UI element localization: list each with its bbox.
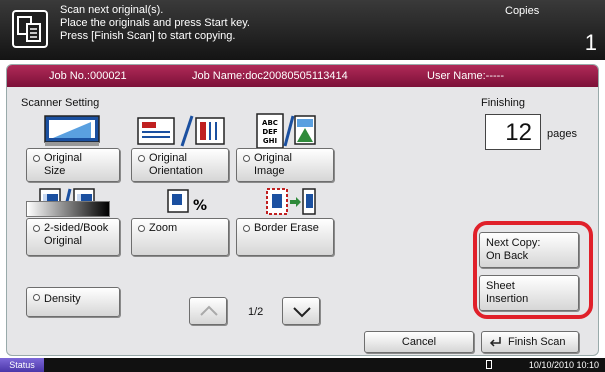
radio-indicator bbox=[33, 225, 40, 232]
scanner-setting-title: Scanner Setting bbox=[21, 97, 100, 109]
status-message: Scan next original(s). Place the origina… bbox=[60, 4, 250, 43]
top-status-bar: Scan next original(s). Place the origina… bbox=[0, 0, 605, 60]
zoom-button[interactable]: Zoom bbox=[131, 218, 229, 256]
job-number: Job No.:000021 bbox=[49, 70, 127, 82]
datetime: 10/10/2010 10:10 bbox=[528, 360, 599, 370]
radio-indicator bbox=[243, 225, 250, 232]
original-orientation-label: Original Orientation bbox=[149, 152, 203, 178]
image-type-icon: ABC DEF GHI bbox=[255, 112, 317, 150]
border-erase-button[interactable]: Border Erase bbox=[236, 218, 334, 256]
status-button[interactable]: Status bbox=[0, 358, 44, 372]
user-name: User Name:----- bbox=[427, 70, 504, 82]
pages-unit-label: pages bbox=[547, 128, 577, 140]
page-down-button[interactable] bbox=[282, 297, 320, 325]
zoom-label: Zoom bbox=[149, 222, 178, 234]
label-line: Original bbox=[44, 235, 82, 247]
sd-card-icon bbox=[486, 360, 492, 369]
radio-indicator bbox=[138, 225, 145, 232]
arrow-up-icon bbox=[199, 305, 219, 321]
radio-indicator bbox=[33, 294, 40, 301]
original-image-button[interactable]: Original Image bbox=[236, 148, 334, 182]
svg-text:GHI: GHI bbox=[263, 137, 277, 145]
label-line: Original bbox=[254, 152, 292, 164]
label-line: Original bbox=[44, 152, 82, 164]
zoom-icon: % bbox=[166, 188, 212, 214]
status-message-line: Scan next original(s). bbox=[60, 4, 164, 16]
copy-count: 1 bbox=[584, 30, 597, 55]
density-button[interactable]: Density bbox=[26, 287, 120, 317]
finish-scan-label: Finish Scan bbox=[508, 336, 566, 348]
cancel-button[interactable]: Cancel bbox=[364, 331, 474, 353]
svg-text:%: % bbox=[193, 198, 207, 214]
original-image-label: Original Image bbox=[254, 152, 292, 178]
label-line: Orientation bbox=[149, 165, 203, 177]
border-erase-icon bbox=[265, 186, 317, 216]
finishing-area: 12 pages bbox=[457, 92, 593, 242]
arrow-down-icon bbox=[292, 306, 312, 322]
density-gradient bbox=[26, 201, 110, 217]
original-orientation-button[interactable]: Original Orientation bbox=[131, 148, 229, 182]
radio-indicator bbox=[243, 155, 250, 162]
svg-text:ABC: ABC bbox=[262, 119, 278, 127]
label-line: Image bbox=[254, 165, 285, 177]
radio-indicator bbox=[33, 155, 40, 162]
status-message-line: Place the originals and press Start key. bbox=[60, 17, 250, 29]
status-message-line: Press [Finish Scan] to start copying. bbox=[60, 30, 236, 42]
pages-count-field: 12 bbox=[485, 114, 541, 150]
radio-indicator bbox=[138, 155, 145, 162]
orientation-icon bbox=[136, 114, 228, 148]
svg-text:DEF: DEF bbox=[262, 128, 278, 136]
job-name: Job Name:doc20080505113414 bbox=[192, 70, 348, 82]
finish-scan-button[interactable]: Finish Scan bbox=[481, 331, 579, 353]
label-line: 2-sided/Book bbox=[44, 222, 109, 234]
border-erase-label: Border Erase bbox=[254, 222, 319, 234]
bottom-status-bar: Status 10/10/2010 10:10 bbox=[0, 358, 605, 372]
document-copy-icon bbox=[12, 10, 48, 48]
page-indicator: 1/2 bbox=[248, 306, 264, 318]
two-sided-book-original-label: 2-sided/Book Original bbox=[44, 222, 108, 248]
finish-scan-enter-icon bbox=[488, 336, 502, 352]
original-size-button[interactable]: Original Size bbox=[26, 148, 120, 182]
label-line: Size bbox=[44, 165, 66, 177]
two-sided-book-original-button[interactable]: 2-sided/Book Original bbox=[26, 218, 120, 256]
highlight-callout bbox=[473, 221, 593, 319]
original-size-icon bbox=[43, 114, 101, 148]
original-size-label: Original Size bbox=[44, 152, 82, 178]
page-up-button[interactable] bbox=[189, 297, 227, 325]
job-info-bar: Job No.:000021 Job Name:doc2008050511341… bbox=[7, 65, 598, 87]
mode-label: Copies bbox=[505, 5, 540, 17]
density-label: Density bbox=[44, 293, 81, 305]
label-line: Original bbox=[149, 152, 187, 164]
